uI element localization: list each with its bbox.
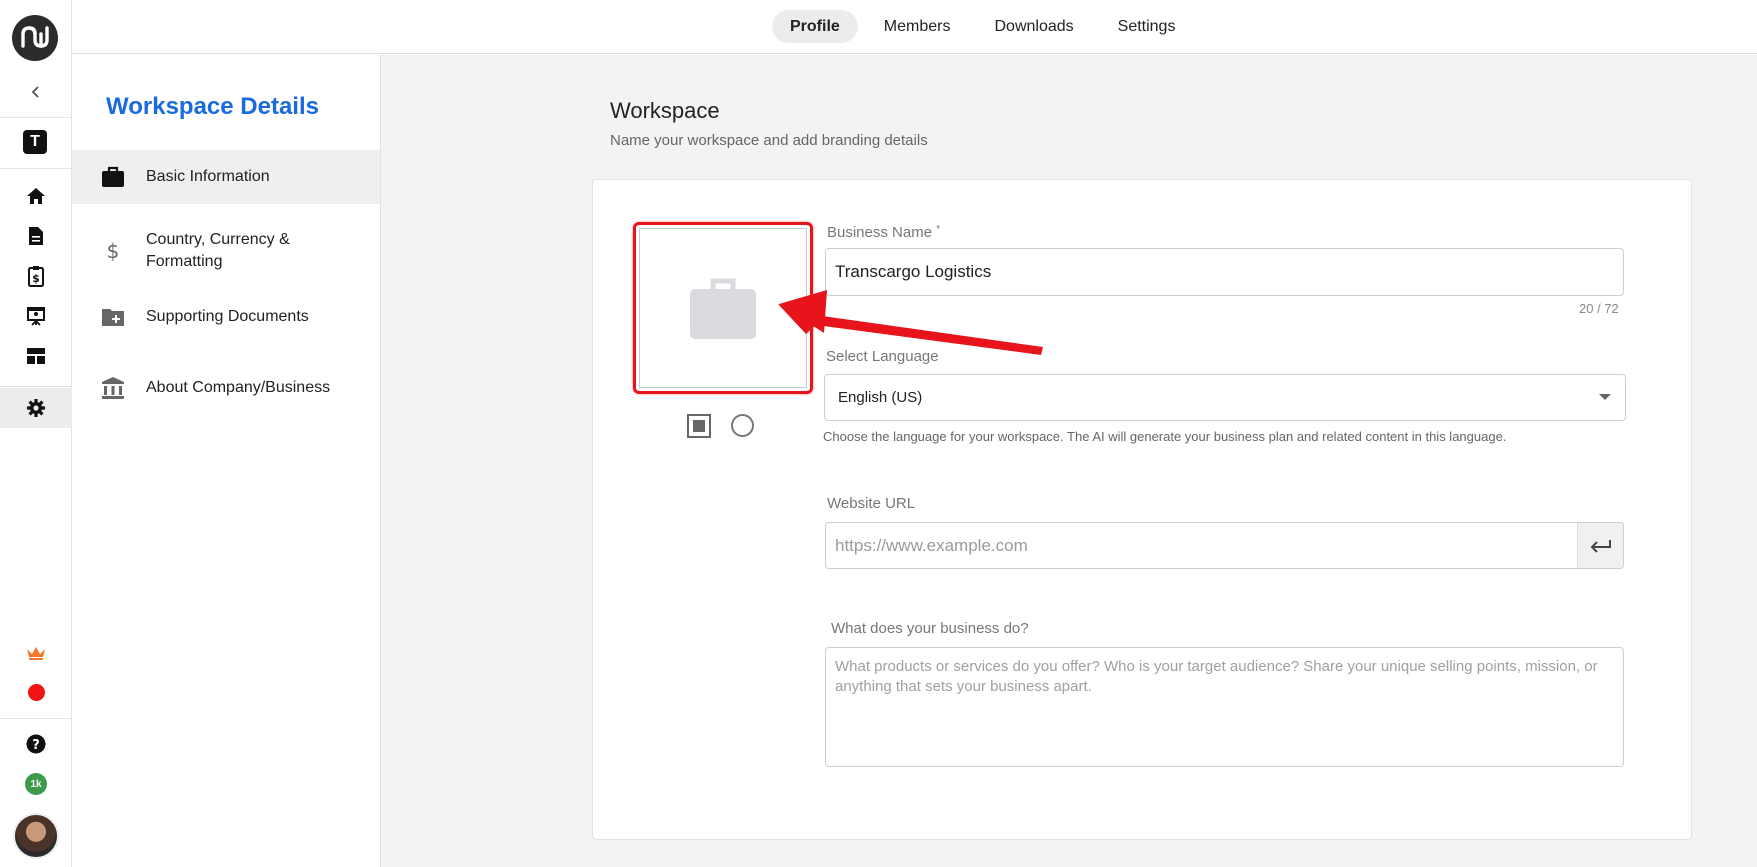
svg-text:$: $ (107, 239, 120, 263)
rail-divider (0, 117, 72, 118)
credits-badge[interactable]: 1k (0, 768, 72, 800)
language-help-text: Choose the language for your workspace. … (823, 429, 1507, 444)
enter-return-icon[interactable] (1577, 523, 1623, 568)
svg-text:?: ? (32, 738, 40, 753)
sidebar-item-basic-information[interactable]: Basic Information (72, 150, 380, 204)
app-logo-icon[interactable] (12, 15, 58, 61)
sidebar-item-label: Country, Currency & Formatting (146, 231, 290, 270)
invoice-dollar-icon[interactable]: $ (0, 256, 72, 296)
sidebar-item-label: About Company/Business (146, 379, 331, 396)
logo-placeholder (639, 228, 807, 388)
business-name-char-count: 20 / 72 (1579, 301, 1619, 316)
document-icon[interactable] (0, 216, 72, 256)
credits-label: 1k (25, 773, 47, 795)
workspace-form-card: Business Name * Transcargo Logistics 20 … (592, 179, 1692, 840)
help-icon[interactable]: ? (0, 728, 72, 760)
folder-plus-icon (72, 307, 142, 327)
language-label: Select Language (826, 348, 939, 365)
page-title: Workspace (610, 98, 720, 123)
home-icon[interactable] (0, 176, 72, 216)
tab-downloads[interactable]: Downloads (976, 10, 1091, 43)
business-name-input[interactable]: Transcargo Logistics (825, 248, 1624, 296)
bank-icon (72, 376, 142, 400)
page-subtitle: Name your workspace and add branding det… (610, 132, 928, 149)
presentation-icon[interactable] (0, 296, 72, 336)
website-url-label: Website URL (827, 495, 916, 512)
tab-members[interactable]: Members (866, 10, 969, 43)
website-url-placeholder: https://www.example.com (835, 535, 1028, 555)
dashboard-icon[interactable] (0, 336, 72, 376)
sidebar-title: Workspace Details (106, 93, 319, 120)
chevron-down-icon (1599, 394, 1611, 400)
sidebar-item-about-company[interactable]: About Company/Business (72, 366, 380, 410)
business-name-label: Business Name * (827, 224, 941, 241)
settings-gear-icon[interactable] (0, 388, 72, 428)
top-bar: Profile Members Downloads Settings (72, 0, 1757, 54)
briefcase-icon (72, 166, 142, 188)
tab-settings[interactable]: Settings (1100, 10, 1194, 43)
sidebar-item-supporting-documents[interactable]: Supporting Documents (72, 295, 380, 339)
workspace-badge[interactable]: T (23, 130, 47, 154)
workspace-sidebar: Workspace Details Basic Information $ Co… (72, 55, 381, 867)
icon-rail: T $ ? 1k (0, 0, 72, 867)
logo-upload[interactable] (633, 222, 813, 394)
circle-shape-option[interactable] (731, 414, 754, 437)
required-marker: * (936, 224, 941, 235)
business-description-textarea[interactable] (825, 647, 1624, 767)
top-tabs: Profile Members Downloads Settings (772, 10, 1193, 43)
collapse-chevron-icon[interactable] (24, 80, 48, 104)
briefcase-placeholder-icon (690, 278, 756, 339)
sidebar-item-label: Basic Information (146, 168, 270, 185)
rail-divider (0, 718, 72, 719)
sidebar-item-country-currency[interactable]: $ Country, Currency & Formatting (72, 224, 380, 278)
rail-divider (0, 386, 72, 387)
business-description-label: What does your business do? (831, 620, 1029, 637)
dollar-icon: $ (72, 239, 142, 263)
logo-shape-options (687, 414, 754, 438)
language-select[interactable]: English (US) (824, 374, 1626, 421)
sidebar-item-label: Supporting Documents (146, 308, 309, 325)
svg-text:$: $ (32, 272, 40, 285)
language-selected-value: English (US) (838, 389, 923, 406)
user-avatar[interactable] (13, 813, 59, 859)
main-content: Workspace Name your workspace and add br… (381, 55, 1757, 867)
website-url-input[interactable]: https://www.example.com (825, 522, 1624, 569)
tab-profile[interactable]: Profile (772, 10, 858, 43)
rail-divider (0, 168, 72, 169)
record-dot-icon[interactable] (0, 676, 72, 708)
crown-icon[interactable] (0, 637, 72, 669)
square-shape-option[interactable] (687, 414, 711, 438)
